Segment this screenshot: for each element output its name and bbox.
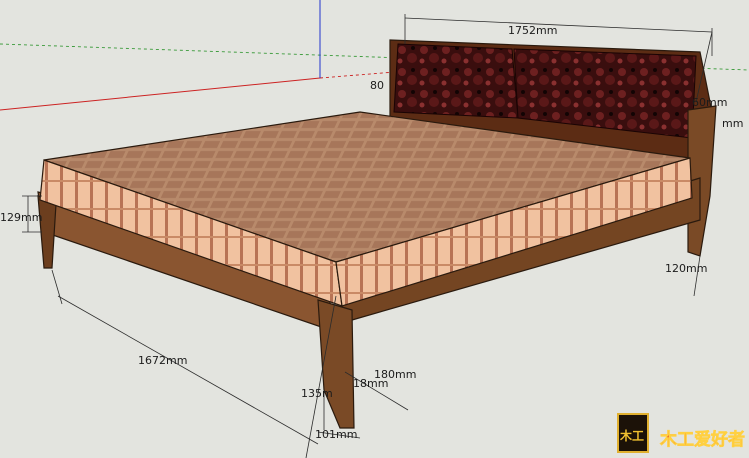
- dim-leg-offset: 135m: [301, 387, 333, 400]
- dim-headboard-side-right: mm: [722, 117, 743, 130]
- axis-red: [0, 77, 321, 111]
- logo-mark-text: 木工: [619, 428, 644, 443]
- dim-rail-height: 129mm: [0, 211, 42, 224]
- dim-headboard-partial: 80: [370, 79, 384, 92]
- bed-3d-model-viewport[interactable]: 1752mm 80 60mm mm 129mm 1672mm 120mm 180…: [0, 0, 749, 458]
- dim-bed-length: 1672mm: [138, 354, 187, 367]
- dim-headboard-top-right: 60mm: [692, 96, 727, 109]
- dim-leg-width: 101mm: [315, 428, 357, 441]
- dim-leg-small: 18mm: [353, 377, 388, 390]
- logo-text: 木工爱好者: [659, 429, 745, 450]
- headboard-panel-left: [393, 43, 519, 119]
- woodworker-logo: 木工 木工爱好者: [617, 413, 745, 453]
- dim-foot-right: 120mm: [665, 262, 707, 275]
- dim-bed-width: 1752mm: [508, 24, 557, 37]
